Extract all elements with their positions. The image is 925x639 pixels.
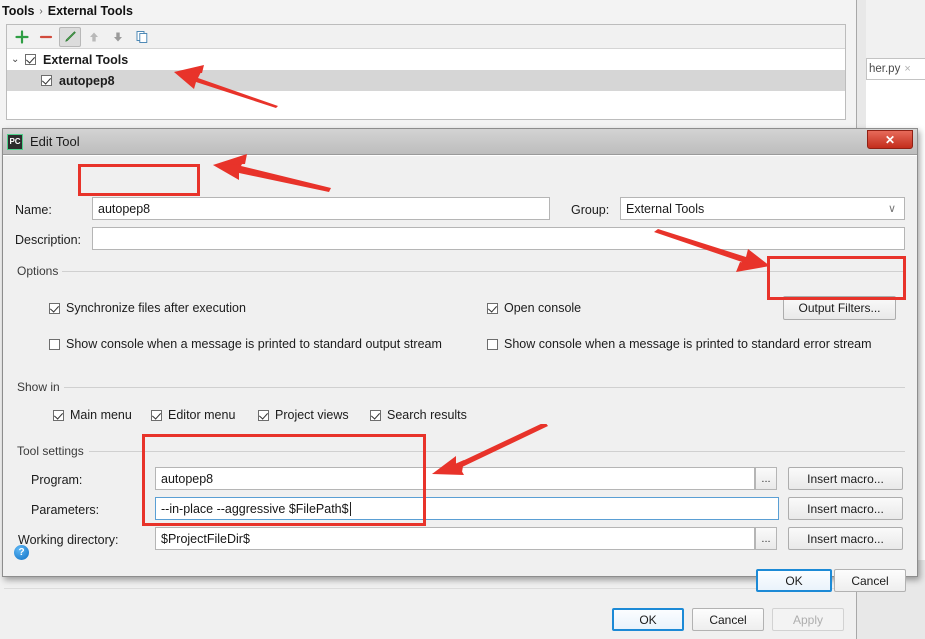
parameters-input-value: --in-place --aggressive $FilePath$ bbox=[161, 501, 349, 516]
tree-group-label: External Tools bbox=[43, 52, 129, 67]
remove-icon[interactable] bbox=[35, 27, 57, 47]
tree-group-external-tools[interactable]: ⌄ External Tools bbox=[7, 49, 845, 70]
working-directory-insert-macro-button[interactable]: Insert macro... bbox=[788, 527, 903, 550]
settings-apply-button: Apply bbox=[772, 608, 844, 631]
breadcrumb-leaf: External Tools bbox=[47, 4, 133, 18]
program-input[interactable]: autopep8 bbox=[155, 467, 755, 490]
checkbox-show-console-stdout[interactable]: Show console when a message is printed t… bbox=[49, 337, 442, 351]
tool-settings-group-line bbox=[89, 451, 905, 452]
tree-item-checkbox[interactable] bbox=[41, 75, 52, 86]
chevron-down-icon[interactable]: ⌄ bbox=[11, 54, 25, 65]
checkbox-box[interactable] bbox=[49, 338, 60, 350]
dialog-close-button[interactable]: ✕ bbox=[867, 130, 913, 149]
checkbox-label: Show console when a message is printed t… bbox=[504, 337, 872, 351]
tree-item-label: autopep8 bbox=[59, 73, 115, 88]
dialog-cancel-button[interactable]: Cancel bbox=[834, 569, 906, 592]
description-input[interactable] bbox=[92, 227, 905, 250]
chevron-down-icon: ∨ bbox=[887, 203, 896, 215]
dialog-body: Name: autopep8 Group: External Tools ∨ D… bbox=[3, 155, 917, 592]
checkbox-open-console[interactable]: Open console bbox=[487, 301, 581, 315]
checkbox-box[interactable] bbox=[53, 409, 64, 421]
settings-cancel-button[interactable]: Cancel bbox=[692, 608, 764, 631]
checkbox-label: Editor menu bbox=[168, 408, 236, 422]
checkbox-project-views[interactable]: Project views bbox=[258, 408, 349, 422]
parameters-label: Parameters: bbox=[31, 503, 100, 517]
checkbox-box[interactable] bbox=[258, 409, 269, 421]
group-label: Group: bbox=[571, 203, 610, 217]
group-select-value: External Tools bbox=[626, 201, 705, 216]
options-group-line bbox=[59, 271, 905, 272]
arrow-down-icon[interactable] bbox=[107, 27, 129, 47]
dialog-ok-button[interactable]: OK bbox=[756, 569, 832, 592]
checkbox-label: Project views bbox=[275, 408, 349, 422]
settings-ok-button[interactable]: OK bbox=[612, 608, 684, 631]
checkbox-box[interactable] bbox=[487, 338, 498, 350]
description-label: Description: bbox=[15, 233, 81, 247]
checkbox-label: Show console when a message is printed t… bbox=[66, 337, 442, 351]
checkbox-synchronize-files[interactable]: Synchronize files after execution bbox=[49, 301, 246, 315]
checkbox-label: Search results bbox=[387, 408, 467, 422]
footer-divider bbox=[4, 588, 852, 589]
program-label: Program: bbox=[31, 473, 83, 487]
edit-tool-dialog: PC Edit Tool ✕ Name: autopep8 Group: Ext… bbox=[2, 128, 918, 592]
help-icon[interactable]: ? bbox=[14, 545, 29, 560]
editor-file-tab-label: her.py bbox=[869, 63, 901, 75]
text-caret bbox=[349, 501, 351, 516]
checkbox-label: Synchronize files after execution bbox=[66, 301, 246, 315]
checkbox-box[interactable] bbox=[370, 409, 381, 421]
breadcrumb: Tools › External Tools bbox=[0, 0, 860, 22]
copy-icon[interactable] bbox=[131, 27, 153, 47]
dialog-title: Edit Tool bbox=[30, 134, 80, 149]
output-filters-button[interactable]: Output Filters... bbox=[783, 296, 896, 320]
pycharm-app-icon: PC bbox=[7, 133, 23, 150]
checkbox-main-menu[interactable]: Main menu bbox=[53, 408, 132, 422]
edit-pencil-icon[interactable] bbox=[59, 26, 81, 47]
dialog-titlebar[interactable]: PC Edit Tool ✕ bbox=[3, 129, 917, 155]
parameters-input[interactable]: --in-place --aggressive $FilePath$ bbox=[155, 497, 779, 520]
group-select[interactable]: External Tools ∨ bbox=[620, 197, 905, 220]
program-insert-macro-button[interactable]: Insert macro... bbox=[788, 467, 903, 490]
breadcrumb-root[interactable]: Tools bbox=[2, 4, 34, 18]
show-in-group-line bbox=[63, 387, 905, 388]
arrow-up-icon[interactable] bbox=[83, 27, 105, 47]
tree-group-checkbox[interactable] bbox=[25, 54, 36, 65]
working-directory-input[interactable]: $ProjectFileDir$ bbox=[155, 527, 755, 550]
close-icon[interactable]: × bbox=[904, 63, 910, 75]
checkbox-box[interactable] bbox=[487, 302, 498, 314]
tool-settings-group-title: Tool settings bbox=[13, 444, 88, 458]
checkbox-editor-menu[interactable]: Editor menu bbox=[151, 408, 235, 422]
working-directory-browse-button[interactable]: ... bbox=[755, 527, 777, 550]
tree-item-autopep8[interactable]: autopep8 bbox=[7, 70, 845, 91]
program-browse-button[interactable]: ... bbox=[755, 467, 777, 490]
name-label: Name: bbox=[15, 203, 52, 217]
tools-toolbar bbox=[7, 25, 845, 49]
checkbox-box[interactable] bbox=[49, 302, 60, 314]
checkbox-search-results[interactable]: Search results bbox=[370, 408, 467, 422]
checkbox-box[interactable] bbox=[151, 409, 162, 421]
add-icon[interactable] bbox=[11, 27, 33, 47]
checkbox-label: Main menu bbox=[70, 408, 132, 422]
breadcrumb-separator-icon: › bbox=[39, 5, 43, 17]
editor-file-tab[interactable]: her.py × bbox=[866, 58, 925, 80]
checkbox-show-console-stderr[interactable]: Show console when a message is printed t… bbox=[487, 337, 872, 351]
parameters-insert-macro-button[interactable]: Insert macro... bbox=[788, 497, 903, 520]
external-tools-panel: ⌄ External Tools autopep8 bbox=[6, 24, 846, 120]
show-in-group-title: Show in bbox=[13, 380, 64, 394]
options-group-title: Options bbox=[13, 264, 63, 278]
working-directory-label: Working directory: bbox=[18, 533, 119, 547]
checkbox-label: Open console bbox=[504, 301, 582, 315]
name-input[interactable]: autopep8 bbox=[92, 197, 550, 220]
editor-toolbar-background bbox=[866, 0, 925, 61]
settings-window-buttons: OK Cancel Apply bbox=[612, 608, 844, 631]
